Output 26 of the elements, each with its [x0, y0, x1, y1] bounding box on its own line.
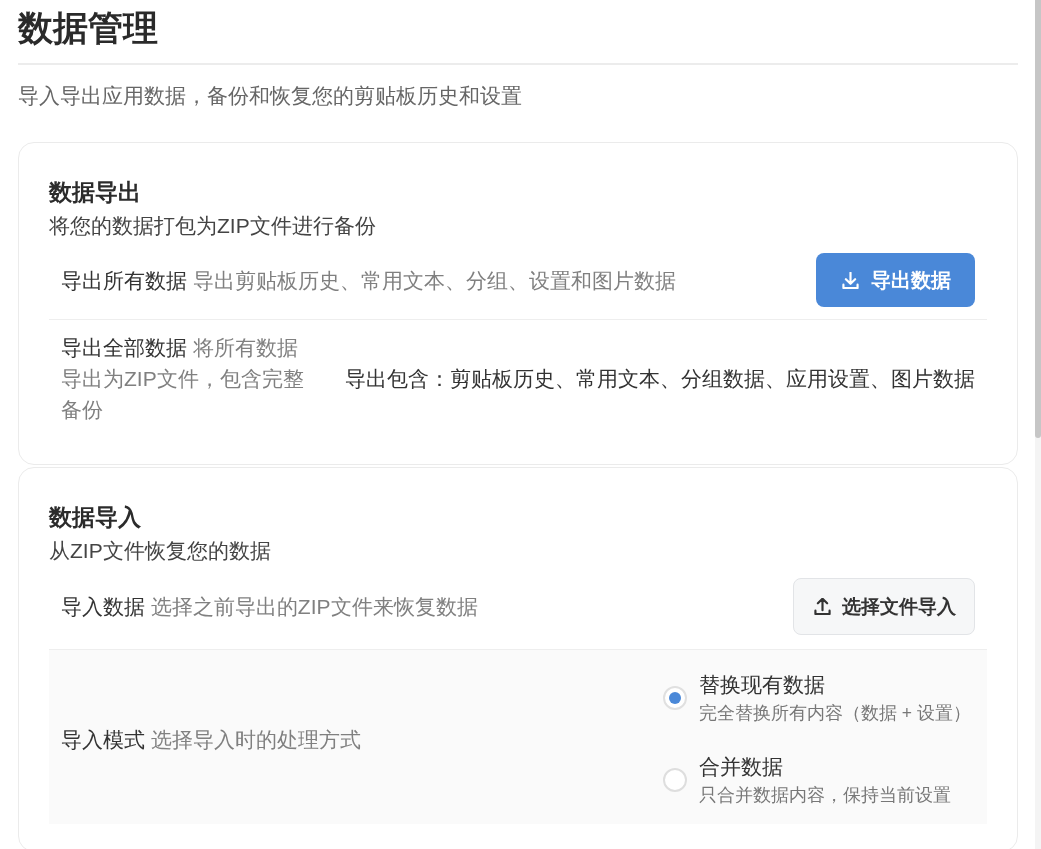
radio-button[interactable] — [663, 768, 687, 792]
row-label: 导入数据 — [61, 595, 145, 618]
scrollbar[interactable] — [1035, 0, 1041, 849]
option-label: 替换现有数据 — [699, 672, 826, 698]
export-contents-text: 导出包含：剪贴板历史、常用文本、分组数据、应用设置、图片数据 — [345, 366, 975, 392]
option-description: 完全替换所有内容（数据 + 设置） — [699, 702, 971, 725]
page-title: 数据管理 — [18, 7, 159, 49]
row-description: 导出剪贴板历史、常用文本、分组、设置和图片数据 — [192, 268, 676, 292]
option-description: 只合并数据内容，保持当前设置 — [699, 784, 951, 807]
row-text: 导出全部数据 将所有数据导出为ZIP文件，包含完整备份 — [61, 335, 305, 423]
radio-button[interactable] — [663, 686, 687, 710]
scrollbar-thumb[interactable] — [1035, 0, 1041, 438]
row-label: 导入模式 — [61, 727, 145, 751]
section-subtitle: 将您的数据打包为ZIP文件进行备份 — [49, 213, 377, 239]
download-icon — [842, 271, 859, 289]
row-description: 选择导入时的处理方式 — [150, 727, 361, 751]
section-title: 数据导出 — [49, 178, 142, 207]
export-button[interactable]: 导出数据 — [816, 253, 975, 307]
row-label: 导出所有数据 — [61, 268, 187, 292]
import-button[interactable]: 选择文件导入 — [793, 578, 975, 635]
row-description: 选择之前导出的ZIP文件来恢复数据 — [150, 595, 478, 618]
section-subtitle: 从ZIP文件恢复您的数据 — [49, 538, 272, 564]
page-subtitle: 导入导出应用数据，备份和恢复您的剪贴板历史和设置 — [18, 83, 523, 109]
upload-icon — [814, 598, 831, 615]
option-label: 合并数据 — [699, 754, 784, 780]
section-title: 数据导入 — [49, 503, 142, 532]
